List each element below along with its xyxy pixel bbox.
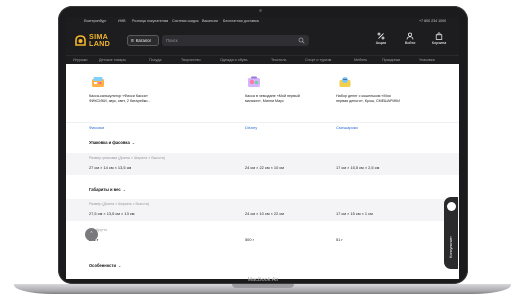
login-button[interactable]: Войти [399, 32, 421, 52]
logo-text: SIMA LAND [89, 32, 111, 48]
section-toggle-dimensions[interactable]: Габариты и вес ⌄ [89, 187, 126, 192]
top-info-bar: Екатеринбург ИНВ Розница покупателям Сис… [66, 17, 459, 26]
chevron-up-icon: ⌃ [89, 231, 94, 237]
nav-item-toys[interactable]: Игрушки [73, 56, 87, 64]
consultant-label: Консультант [449, 236, 453, 258]
table-cell: 24 см × 22 см × 10 см [245, 165, 284, 170]
table-cell: 27 см × 14 см × 13,5 см [89, 165, 132, 170]
chevron-down-icon: ⌄ [117, 263, 122, 268]
topbar-link-retail[interactable]: Розница покупателям [132, 17, 168, 26]
topbar-link-vacancies[interactable]: Вакансии [202, 17, 218, 26]
nav-item-textile[interactable]: Текстиль [271, 56, 286, 64]
scroll-to-top-button[interactable]: ⌃ [85, 228, 98, 241]
bag-icon [435, 32, 443, 40]
consultant-tab[interactable]: Консультант [444, 197, 458, 269]
site-header: SIMA LAND ≡Каталог Акции [66, 26, 459, 55]
nav-item-sport[interactable]: Спорт и туризм [305, 56, 331, 64]
nav-item-clothes[interactable]: Одежда и обувь [220, 56, 248, 64]
logo-icon [75, 35, 86, 46]
product-image[interactable] [91, 76, 105, 88]
product-name[interactable]: Касса в чемодане «Мой первый магазин», М… [245, 94, 325, 103]
nav-item-dishes[interactable]: Посуда [149, 56, 161, 64]
topbar-link-discounts[interactable]: Система скидок [172, 17, 199, 26]
catalog-button[interactable]: ≡ Каталог [127, 35, 159, 46]
brand-row: Фиксики Disney Смешарики [66, 122, 459, 131]
table-cell: 24 см × 10 см × 22 см [245, 211, 284, 216]
city-selector[interactable]: Екатеринбург [84, 17, 107, 26]
chat-icon [447, 202, 456, 211]
menu-icon: ≡ [131, 38, 134, 44]
chevron-down-icon: ⌄ [131, 140, 136, 145]
percent-icon [377, 32, 385, 40]
nav-item-creative[interactable]: Творчество [181, 56, 201, 64]
brand-link[interactable]: Фиксики [89, 125, 104, 130]
search-input[interactable] [166, 37, 291, 44]
laptop-model-label: MacBook Air [247, 277, 279, 283]
search-bar [162, 35, 309, 46]
laptop-notch [232, 284, 294, 288]
table-cell: 17 см × 15 см × 1 см [336, 211, 373, 216]
product-image[interactable] [338, 76, 352, 88]
nav-item-packaging[interactable]: Упаковка [419, 56, 435, 64]
topbar-link-inv[interactable]: ИНВ [118, 17, 126, 26]
phone-number[interactable]: +7 800 234 1000 [419, 17, 446, 26]
product-image[interactable] [247, 76, 261, 88]
row-label: Размер упаковки (Длина × Ширина × Высота… [89, 156, 165, 160]
section-toggle-packaging[interactable]: Упаковка и фасовка ⌄ [89, 140, 135, 145]
user-icon [406, 32, 414, 40]
section-toggle-features[interactable]: Особенности ⌄ [89, 263, 121, 268]
brand-link[interactable]: Disney [245, 125, 257, 130]
table-cell: 51 г [336, 237, 343, 242]
search-icon[interactable] [298, 37, 305, 44]
table-cell: 17 см × 15,5 см × 2,5 см [336, 165, 380, 170]
table-cell: 500 г [245, 237, 254, 242]
promotions-button[interactable]: Акции [370, 32, 392, 52]
camera-dot [259, 9, 262, 12]
laptop-screen: Екатеринбург ИНВ Розница покупателям Сис… [66, 17, 459, 279]
site-logo[interactable]: SIMA LAND [74, 33, 122, 49]
nav-item-kids[interactable]: Детские товары [99, 56, 126, 64]
product-name[interactable]: Набор денег с кошельком «Моя первая день… [336, 94, 416, 103]
nav-item-furniture[interactable]: Мебель [354, 56, 367, 64]
table-cell: 27,5 см × 13,5 см × 13 см [89, 211, 135, 216]
brand-link[interactable]: Смешарики [336, 125, 358, 130]
nav-item-holidays[interactable]: Праздники [382, 56, 400, 64]
cart-button[interactable]: Корзина [428, 32, 450, 52]
category-nav: Игрушки Детские товары Посуда Творчество… [66, 55, 459, 64]
comparison-table: Касса-калькулятор «Фикси Касса» ФИКСИКИ,… [66, 64, 459, 279]
product-name[interactable]: Касса-калькулятор «Фикси Касса» ФИКСИКИ,… [89, 94, 169, 103]
row-label: Размер (Длина × Ширина × Высота) [89, 202, 150, 206]
chevron-down-icon: ⌄ [122, 187, 127, 192]
topbar-link-delivery[interactable]: Бесплатная доставка [223, 17, 259, 26]
